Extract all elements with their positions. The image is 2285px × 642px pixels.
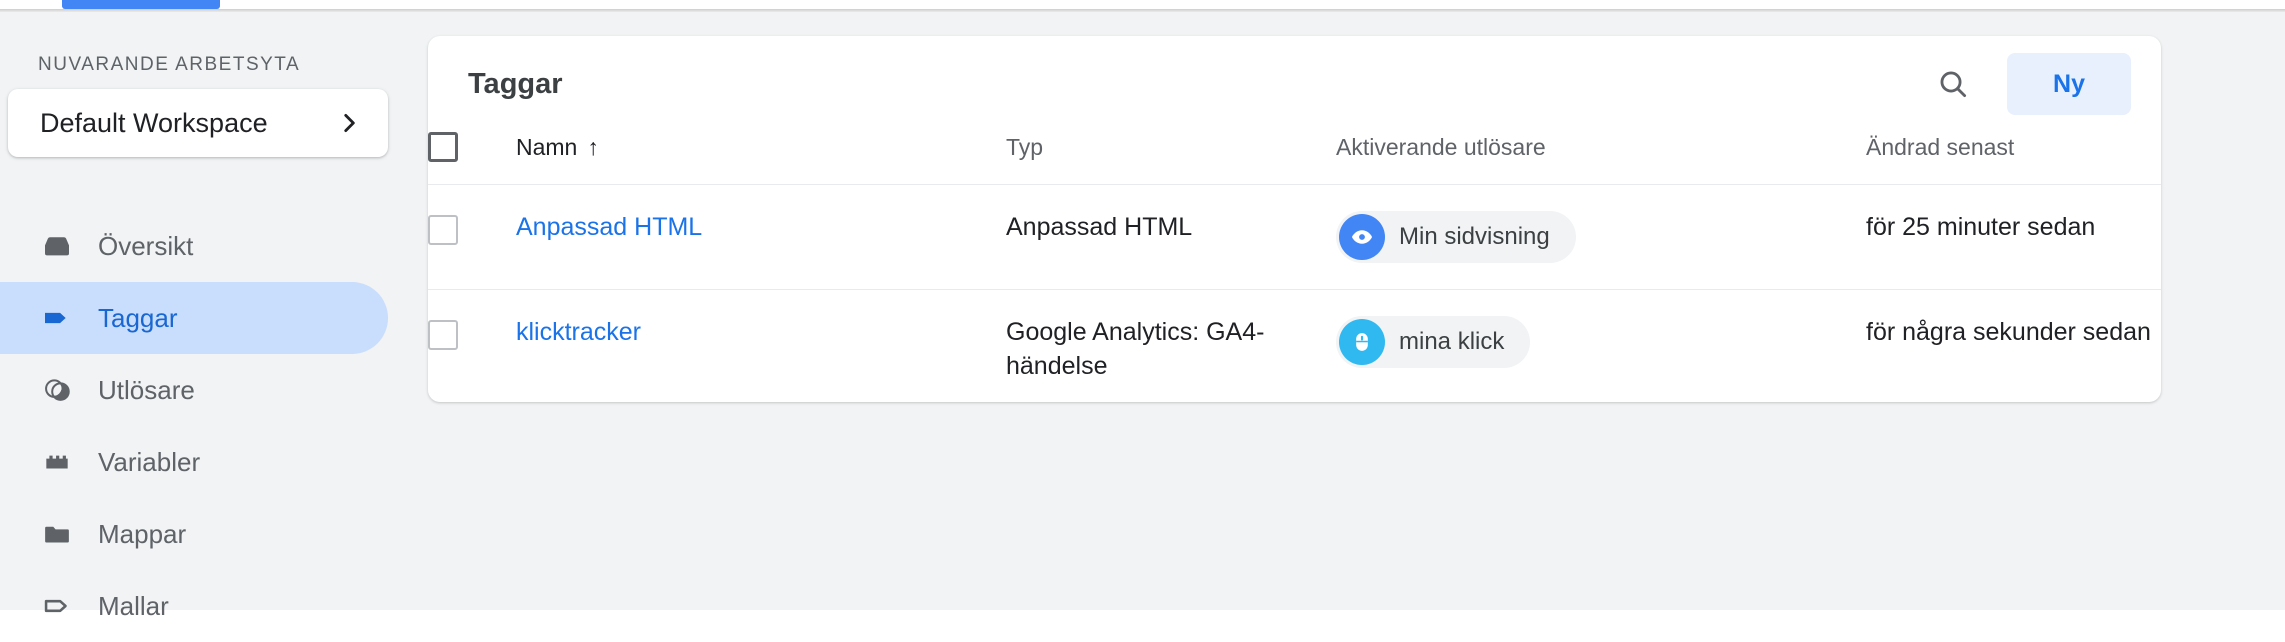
- sidebar-item-label: Taggar: [98, 303, 178, 334]
- tag-outline-icon: [38, 587, 76, 625]
- row-select-cell: [428, 185, 516, 290]
- tags-table: Namn ↑ Typ Aktiverande utlösare Ändrad s…: [428, 132, 2161, 402]
- trigger-chip[interactable]: Min sidvisning: [1336, 211, 1576, 263]
- workspace-selector[interactable]: Default Workspace: [8, 89, 388, 157]
- trigger-chip-label: Min sidvisning: [1399, 221, 1550, 253]
- modified-time: för 25 minuter sedan: [1866, 213, 2095, 241]
- tag-name-link[interactable]: Anpassad HTML: [516, 213, 702, 241]
- sidebar-item-taggar[interactable]: Taggar: [0, 282, 388, 354]
- tag-filled-icon: [38, 299, 76, 337]
- sidebar-item-mappar[interactable]: Mappar: [0, 498, 388, 570]
- table-header-row: Namn ↑ Typ Aktiverande utlösare Ändrad s…: [428, 132, 2161, 185]
- sidebar-item-label: Översikt: [98, 231, 193, 262]
- column-header-modified[interactable]: Ändrad senast: [1866, 132, 2161, 185]
- cell-trigger: mina klick: [1336, 290, 1866, 403]
- cell-name: Anpassad HTML: [516, 185, 1006, 290]
- sidebar-item-label: Mappar: [98, 519, 186, 550]
- cell-name: klicktracker: [516, 290, 1006, 403]
- active-tab-indicator: [62, 0, 220, 9]
- folder-icon: [38, 515, 76, 553]
- sidebar-nav: Översikt Taggar Utlösa: [0, 210, 388, 642]
- sidebar-item-variabler[interactable]: Variabler: [0, 426, 388, 498]
- new-tag-button[interactable]: Ny: [2007, 53, 2131, 115]
- select-all-cell: [428, 132, 516, 185]
- table-row[interactable]: klicktracker Google Analytics: GA4-hände…: [428, 290, 2161, 403]
- sidebar-item-oversikt[interactable]: Översikt: [0, 210, 388, 282]
- page-surface: NUVARANDE ARBETSYTA Default Workspace Öv…: [0, 12, 2285, 610]
- workspace-section-label: NUVARANDE ARBETSYTA: [38, 54, 300, 76]
- cell-modified: för 25 minuter sedan: [1866, 185, 2161, 290]
- cell-type: Anpassad HTML: [1006, 185, 1336, 290]
- page-title: Taggar: [468, 68, 1921, 101]
- column-header-name-label: Namn: [516, 134, 577, 161]
- eye-icon: [1339, 214, 1385, 260]
- column-header-trigger[interactable]: Aktiverande utlösare: [1336, 132, 1866, 185]
- cell-trigger: Min sidvisning: [1336, 185, 1866, 290]
- row-checkbox[interactable]: [428, 215, 458, 245]
- select-all-checkbox[interactable]: [428, 132, 458, 162]
- search-icon[interactable]: [1921, 52, 1985, 116]
- column-header-name[interactable]: Namn ↑: [516, 132, 1006, 185]
- trigger-icon: [38, 371, 76, 409]
- row-checkbox[interactable]: [428, 320, 458, 350]
- tag-name-link[interactable]: klicktracker: [516, 318, 641, 346]
- chevron-right-icon: [336, 110, 362, 136]
- trigger-chip[interactable]: mina klick: [1336, 316, 1530, 368]
- workspace-name: Default Workspace: [40, 108, 336, 139]
- variables-icon: [38, 443, 76, 481]
- browser-tab-strip: [0, 0, 2285, 12]
- table-body: Anpassad HTML Anpassad HTML Min sidvisn: [428, 185, 2161, 403]
- overview-icon: [38, 227, 76, 265]
- sidebar: NUVARANDE ARBETSYTA Default Workspace Öv…: [0, 12, 388, 610]
- cell-modified: för några sekunder sedan: [1866, 290, 2161, 403]
- sidebar-item-mallar[interactable]: Mallar: [0, 570, 388, 642]
- sidebar-item-utlosare[interactable]: Utlösare: [0, 354, 388, 426]
- table-row[interactable]: Anpassad HTML Anpassad HTML Min sidvisn: [428, 185, 2161, 290]
- column-header-type[interactable]: Typ: [1006, 132, 1336, 185]
- trigger-chip-label: mina klick: [1399, 326, 1504, 358]
- cell-type: Google Analytics: GA4-händelse: [1006, 290, 1336, 403]
- table-head: Namn ↑ Typ Aktiverande utlösare Ändrad s…: [428, 132, 2161, 185]
- sidebar-item-label: Variabler: [98, 447, 200, 478]
- panel-header: Taggar Ny: [428, 36, 2161, 132]
- modified-time: för några sekunder sedan: [1866, 318, 2151, 346]
- tags-panel: Taggar Ny: [428, 36, 2161, 402]
- sidebar-item-label: Mallar: [98, 591, 169, 622]
- sort-ascending-icon: ↑: [587, 136, 599, 159]
- row-select-cell: [428, 290, 516, 403]
- sidebar-item-label: Utlösare: [98, 375, 195, 406]
- mouse-icon: [1339, 319, 1385, 365]
